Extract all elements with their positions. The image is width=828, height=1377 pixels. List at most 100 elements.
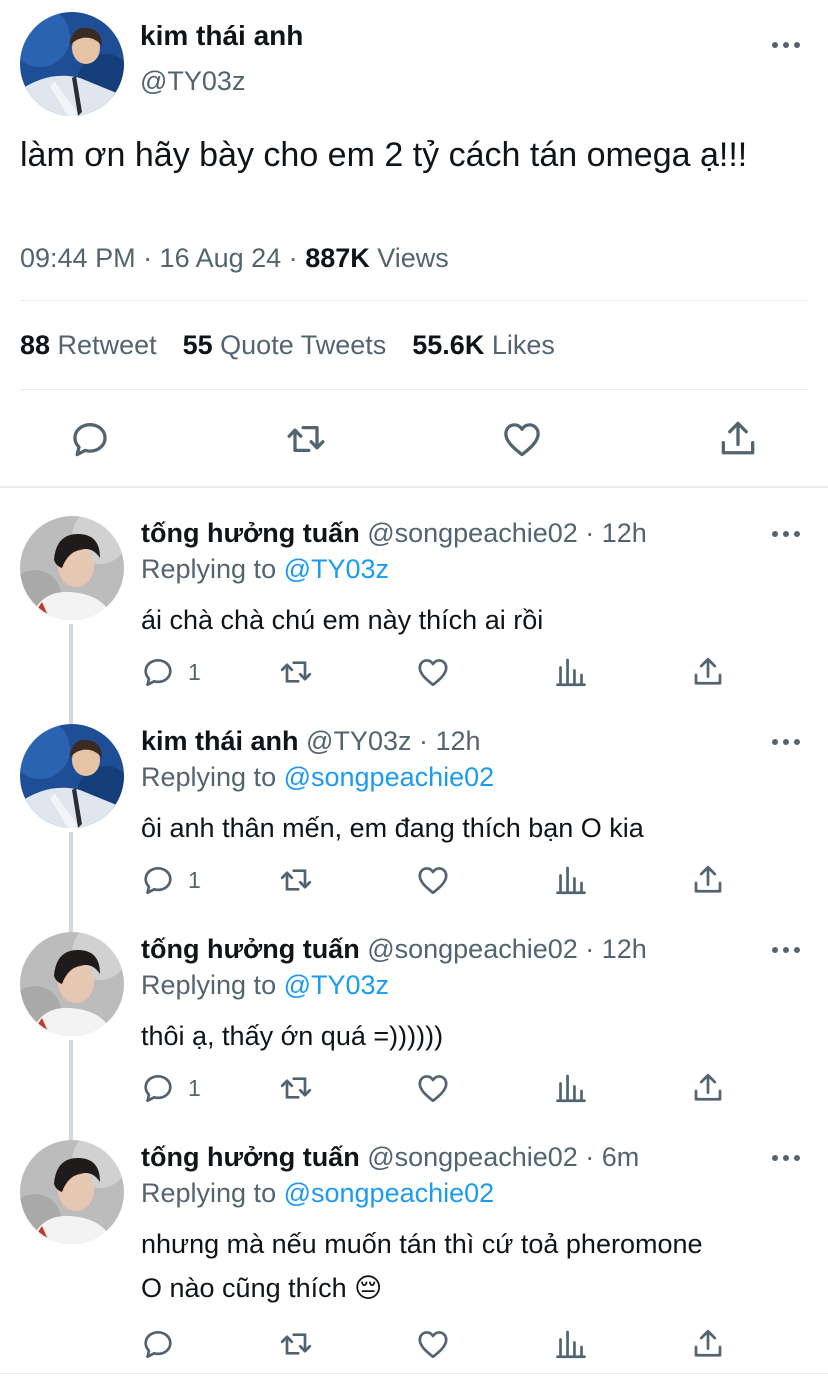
more-icon[interactable]: [772, 945, 802, 955]
avatar-image: [20, 932, 124, 1036]
more-icon[interactable]: [772, 737, 802, 747]
retweet-button[interactable]: [284, 417, 328, 461]
retweets-stat[interactable]: 88 Retweet: [20, 330, 157, 361]
reply-icon: [140, 862, 176, 898]
avatar[interactable]: [20, 12, 124, 116]
heart-icon: [415, 1070, 451, 1106]
reply-header: tống hưởng tuấn @songpeachie02 · 12h: [141, 518, 647, 549]
heart-icon: [415, 862, 451, 898]
avatar-image: [20, 12, 124, 116]
more-icon[interactable]: [772, 529, 802, 539]
author-name[interactable]: tống hưởng tuấn: [141, 518, 360, 548]
likes-stat[interactable]: 55.6K Likes: [412, 330, 555, 361]
replying-prefix: Replying to: [141, 762, 284, 792]
share-icon: [690, 1070, 726, 1106]
analytics-button[interactable]: [553, 654, 589, 690]
mention-link[interactable]: @songpeachie02: [284, 762, 495, 792]
like-button[interactable]: [415, 1070, 451, 1106]
reply-header: kim thái anh @TY03z · 12h: [141, 726, 481, 757]
reply-tweet: tống hưởng tuấn @songpeachie02 · 12h Rep…: [0, 932, 828, 1132]
reply-icon: [140, 654, 176, 690]
avatar-image: [20, 516, 124, 620]
reply-action-bar: 1: [0, 862, 828, 902]
retweet-button[interactable]: [278, 1070, 314, 1106]
analytics-button[interactable]: [553, 862, 589, 898]
share-button[interactable]: [690, 654, 726, 690]
reply-tweet: tống hưởng tuấn @songpeachie02 · 12h Rep…: [0, 516, 828, 716]
more-icon[interactable]: [772, 1153, 802, 1163]
mention-link[interactable]: @TY03z: [284, 970, 389, 1000]
avatar[interactable]: [20, 516, 124, 620]
replying-to: Replying to @TY03z: [141, 554, 389, 585]
more-icon[interactable]: [772, 40, 802, 50]
replying-to: Replying to @songpeachie02: [141, 762, 494, 793]
retweet-icon: [278, 654, 314, 690]
share-icon: [690, 862, 726, 898]
like-button[interactable]: [415, 862, 451, 898]
author-handle-time[interactable]: @songpeachie02 · 12h: [360, 934, 647, 964]
share-button[interactable]: [690, 1070, 726, 1106]
reply-action-bar: 1: [0, 654, 828, 694]
reply-button[interactable]: [68, 417, 112, 461]
analytics-icon: [553, 1326, 589, 1362]
retweet-button[interactable]: [278, 1326, 314, 1362]
main-tweet: kim thái anh @TY03z làm ơn hãy bày cho e…: [0, 0, 828, 488]
quotes-label: Quote Tweets: [212, 330, 387, 360]
retweet-button[interactable]: [278, 654, 314, 690]
tweet-text: làm ơn hãy bày cho em 2 tỷ cách tán omeg…: [20, 136, 748, 174]
author-handle[interactable]: @TY03z: [140, 66, 245, 97]
reply-action-bar: 1: [0, 1070, 828, 1110]
avatar-image: [20, 724, 124, 828]
tweet-meta: 09:44 PM · 16 Aug 24 · 887K Views: [20, 243, 449, 274]
reply-text: ôi anh thân mến, em đang thích bạn O kia: [141, 813, 644, 843]
like-button[interactable]: [415, 1326, 451, 1362]
divider: [20, 389, 808, 390]
retweet-icon: [278, 862, 314, 898]
replying-prefix: Replying to: [141, 554, 284, 584]
likes-label: Likes: [484, 330, 555, 360]
divider: [0, 1373, 828, 1374]
reply-icon: [140, 1326, 176, 1362]
reply-header: tống hưởng tuấn @songpeachie02 · 6m: [141, 1142, 639, 1173]
heart-icon: [415, 1326, 451, 1362]
reply-button[interactable]: 1: [140, 1070, 201, 1106]
reply-tweet: tống hưởng tuấn @songpeachie02 · 6m Repl…: [0, 1140, 828, 1375]
like-button[interactable]: [415, 654, 451, 690]
author-handle-time[interactable]: @TY03z · 12h: [299, 726, 481, 756]
share-button[interactable]: [690, 1326, 726, 1362]
avatar[interactable]: [20, 724, 124, 828]
reply-count: 1: [188, 658, 201, 685]
author-handle-time[interactable]: @songpeachie02 · 12h: [360, 518, 647, 548]
share-button[interactable]: [690, 862, 726, 898]
reply-button[interactable]: 1: [140, 654, 201, 690]
retweet-button[interactable]: [278, 862, 314, 898]
mention-link[interactable]: @TY03z: [284, 554, 389, 584]
tweet-stats: 88 Retweet 55 Quote Tweets 55.6K Likes: [20, 330, 555, 361]
retweet-icon: [278, 1070, 314, 1106]
avatar[interactable]: [20, 932, 124, 1036]
heart-icon: [415, 654, 451, 690]
likes-count: 55.6K: [412, 330, 485, 360]
reply-icon: [140, 1070, 176, 1106]
share-button[interactable]: [716, 417, 760, 461]
reply-button[interactable]: [140, 1326, 188, 1362]
heart-icon: [500, 417, 544, 461]
author-name[interactable]: kim thái anh: [140, 20, 303, 52]
retweets-label: Retweet: [50, 330, 157, 360]
analytics-button[interactable]: [553, 1326, 589, 1362]
divider: [0, 486, 828, 488]
reply-button[interactable]: 1: [140, 862, 201, 898]
quotes-stat[interactable]: 55 Quote Tweets: [183, 330, 387, 361]
reply-text-line: O nào cũng thích 😔: [141, 1273, 383, 1303]
analytics-button[interactable]: [553, 1070, 589, 1106]
tweet-time: 09:44 PM · 16 Aug 24 ·: [20, 243, 306, 273]
mention-link[interactable]: @songpeachie02: [284, 1178, 495, 1208]
retweet-icon: [284, 417, 328, 461]
avatar[interactable]: [20, 1140, 124, 1244]
author-name[interactable]: tống hưởng tuấn: [141, 934, 360, 964]
author-name[interactable]: kim thái anh: [141, 726, 299, 756]
author-name[interactable]: tống hưởng tuấn: [141, 1142, 360, 1172]
like-button[interactable]: [500, 417, 544, 461]
author-handle-time[interactable]: @songpeachie02 · 6m: [360, 1142, 639, 1172]
quotes-count: 55: [182, 330, 213, 360]
